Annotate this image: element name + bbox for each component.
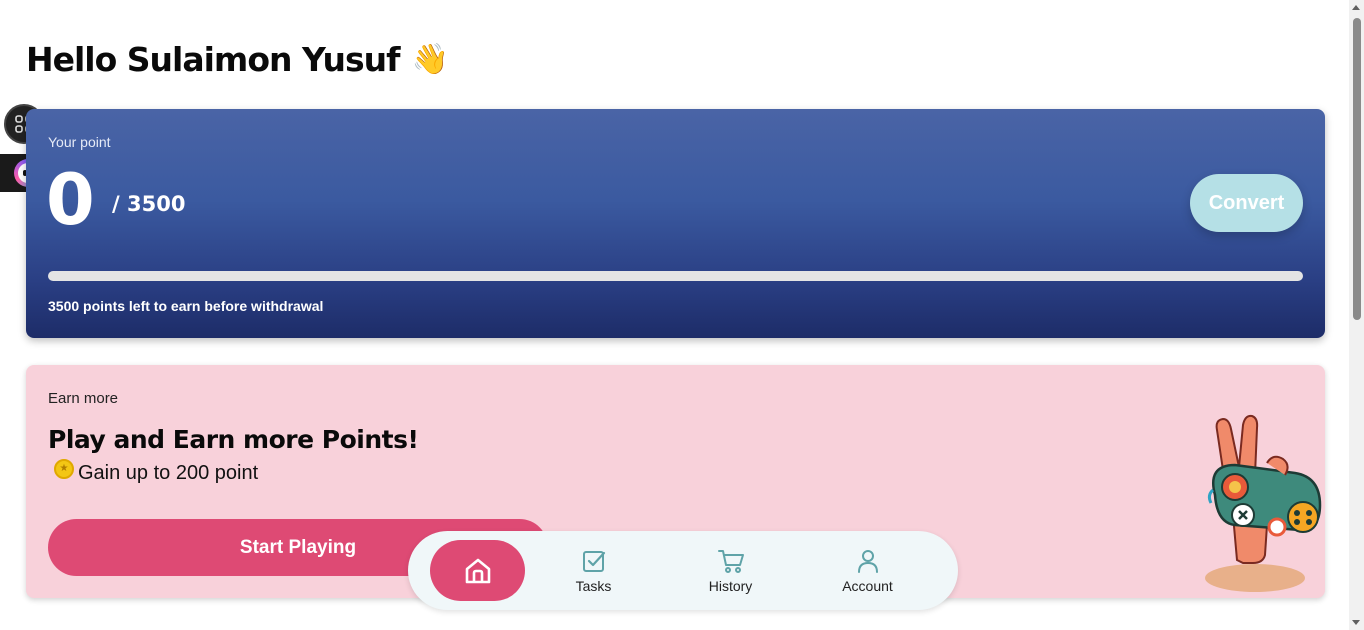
nav-home-button[interactable] <box>430 540 525 601</box>
nav-tasks-button[interactable]: Tasks <box>525 548 662 594</box>
points-total: / 3500 <box>112 192 186 216</box>
page-greeting: Hello Sulaimon Yusuf 👋 <box>26 40 449 79</box>
points-value: 0 <box>46 159 95 241</box>
earn-more-label: Earn more <box>48 390 119 407</box>
earn-more-title: Play and Earn more Points! <box>48 425 419 454</box>
points-label: Your point <box>48 134 111 150</box>
wave-emoji: 👋 <box>411 42 448 77</box>
game-controller-hand-icon <box>1205 414 1322 592</box>
gain-points-text: Gain up to 200 point <box>78 462 259 484</box>
bottom-navigation: Tasks History Account <box>408 531 958 610</box>
nav-history-button[interactable]: History <box>662 548 799 594</box>
nav-account-button[interactable]: Account <box>799 548 936 594</box>
points-hint: 3500 points left to earn before withdraw… <box>48 298 324 314</box>
cart-icon <box>717 549 744 573</box>
user-icon <box>857 549 878 573</box>
coin-icon: ★ <box>54 458 74 479</box>
nav-tasks-label: Tasks <box>575 577 612 594</box>
points-card: Your point 0 / 3500 Convert 3500 points … <box>26 109 1325 338</box>
tasks-icon <box>582 550 605 572</box>
greeting-text: Hello Sulaimon Yusuf <box>26 40 400 79</box>
scroll-up-arrow-icon[interactable] <box>1352 5 1360 10</box>
page-scrollbar[interactable] <box>1349 0 1364 630</box>
nav-history-label: History <box>708 577 753 594</box>
gain-points-line: ★ Gain up to 200 point <box>54 458 259 485</box>
home-icon <box>465 558 490 583</box>
nav-account-label: Account <box>842 577 893 594</box>
scrollbar-thumb[interactable] <box>1353 18 1361 320</box>
convert-button[interactable]: Convert <box>1190 174 1303 232</box>
points-progress-bar <box>48 271 1303 281</box>
scroll-down-arrow-icon[interactable] <box>1352 620 1360 625</box>
